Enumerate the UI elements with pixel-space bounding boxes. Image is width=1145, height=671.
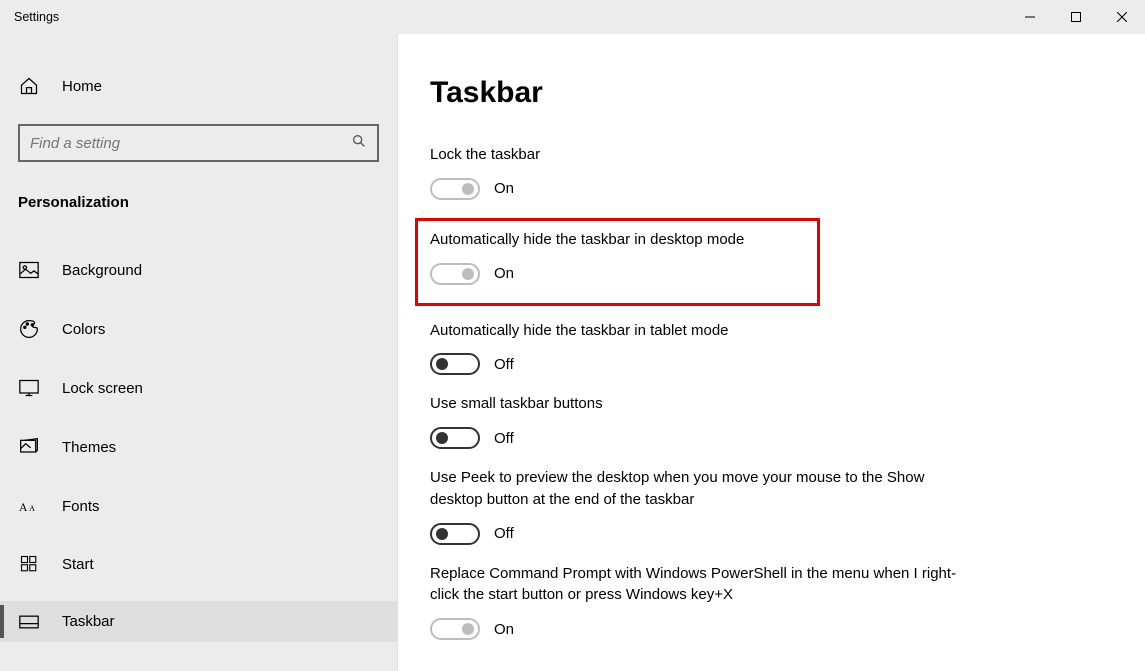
sidebar-item-label: Background (62, 262, 142, 279)
toggle-state: Off (494, 356, 514, 373)
toggle-lock-taskbar[interactable] (430, 178, 480, 200)
sidebar: Home Personalization Background Colors (0, 34, 398, 671)
setting-small-buttons: Use small taskbar buttons Off (430, 393, 970, 449)
setting-label: Use small taskbar buttons (430, 393, 970, 415)
highlight-box: Automatically hide the taskbar in deskto… (415, 218, 820, 306)
picture-icon (18, 261, 40, 279)
themes-icon (18, 437, 40, 457)
toggle-small-buttons[interactable] (430, 427, 480, 449)
sidebar-item-start[interactable]: Start (0, 543, 397, 585)
sidebar-home[interactable]: Home (0, 68, 397, 104)
setting-label: Automatically hide the taskbar in deskto… (430, 229, 805, 251)
search-icon (351, 133, 367, 153)
start-icon (18, 555, 40, 573)
maximize-button[interactable] (1053, 0, 1099, 34)
setting-autohide-tablet: Automatically hide the taskbar in tablet… (430, 320, 970, 376)
sidebar-item-label: Start (62, 556, 94, 573)
toggle-autohide-desktop[interactable] (430, 263, 480, 285)
sidebar-item-background[interactable]: Background (0, 249, 397, 291)
home-label: Home (62, 78, 102, 95)
toggle-state: On (494, 621, 514, 638)
svg-text:A: A (29, 504, 35, 513)
toggle-powershell[interactable] (430, 618, 480, 640)
search-input[interactable] (30, 135, 351, 152)
sidebar-item-colors[interactable]: Colors (0, 307, 397, 351)
sidebar-item-taskbar[interactable]: Taskbar (0, 601, 397, 642)
sidebar-item-fonts[interactable]: AA Fonts (0, 485, 397, 527)
toggle-peek[interactable] (430, 523, 480, 545)
main-content: Taskbar Lock the taskbar On Automaticall… (398, 34, 1145, 671)
toggle-state: Off (494, 525, 514, 542)
home-icon (18, 76, 40, 96)
sidebar-item-label: Taskbar (62, 613, 115, 630)
setting-powershell: Replace Command Prompt with Windows Powe… (430, 563, 970, 641)
fonts-icon: AA (18, 497, 40, 515)
sidebar-item-label: Fonts (62, 498, 100, 515)
sidebar-item-themes[interactable]: Themes (0, 425, 397, 469)
sidebar-item-label: Lock screen (62, 380, 143, 397)
setting-lock-taskbar: Lock the taskbar On (430, 144, 970, 200)
sidebar-item-lock-screen[interactable]: Lock screen (0, 367, 397, 409)
svg-text:A: A (19, 501, 28, 514)
setting-label: Replace Command Prompt with Windows Powe… (430, 563, 970, 607)
toggle-state: On (494, 265, 514, 282)
search-box[interactable] (18, 124, 379, 162)
toggle-state: Off (494, 430, 514, 447)
sidebar-item-label: Themes (62, 439, 116, 456)
sidebar-item-label: Colors (62, 321, 105, 338)
setting-autohide-desktop: Automatically hide the taskbar in deskto… (430, 229, 805, 285)
minimize-button[interactable] (1007, 0, 1053, 34)
page-title: Taskbar (430, 76, 1109, 110)
close-button[interactable] (1099, 0, 1145, 34)
window-controls (1007, 0, 1145, 34)
toggle-state: On (494, 180, 514, 197)
titlebar: Settings (0, 0, 1145, 34)
window-title: Settings (0, 10, 59, 24)
taskbar-icon (18, 615, 40, 629)
toggle-autohide-tablet[interactable] (430, 353, 480, 375)
setting-label: Automatically hide the taskbar in tablet… (430, 320, 970, 342)
setting-label: Lock the taskbar (430, 144, 970, 166)
setting-peek: Use Peek to preview the desktop when you… (430, 467, 970, 545)
lock-screen-icon (18, 379, 40, 397)
setting-label: Use Peek to preview the desktop when you… (430, 467, 970, 511)
palette-icon (18, 319, 40, 339)
section-label: Personalization (0, 162, 397, 211)
